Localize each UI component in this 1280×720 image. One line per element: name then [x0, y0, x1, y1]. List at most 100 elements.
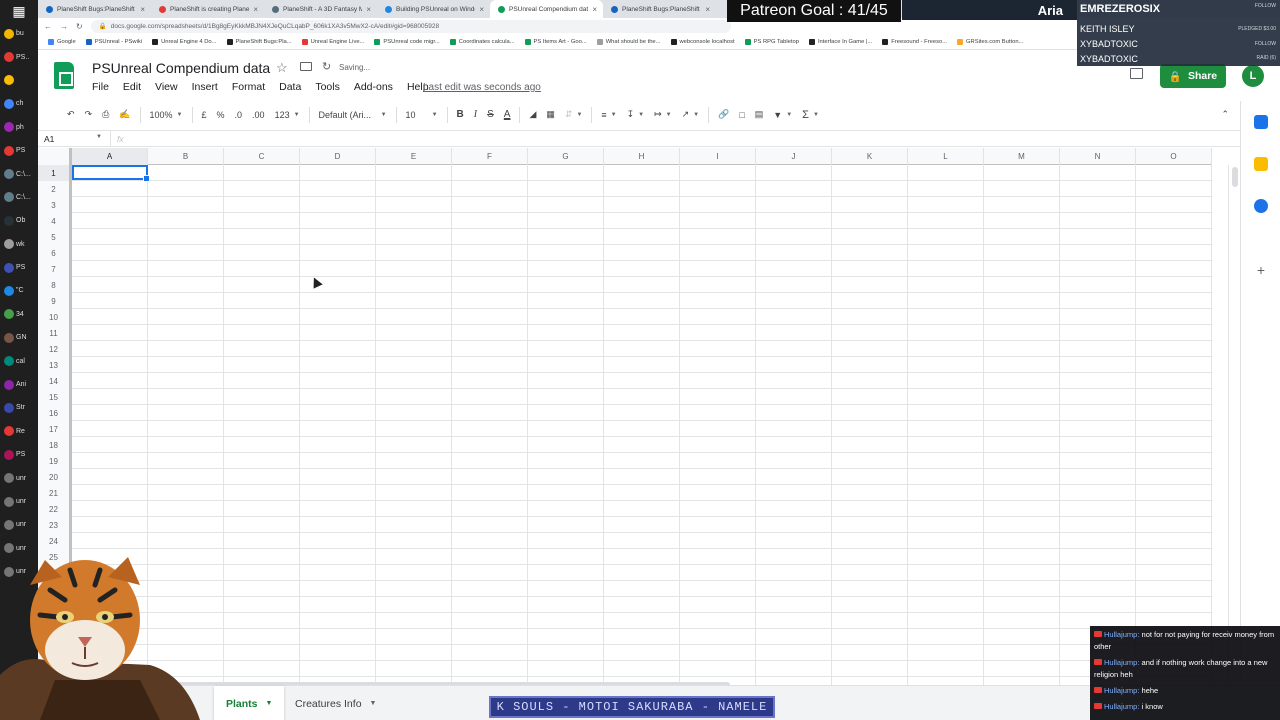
grid-cell[interactable] [984, 645, 1060, 660]
grid-cell[interactable] [224, 261, 300, 276]
grid-cell[interactable] [832, 421, 908, 436]
grid-cell[interactable] [376, 309, 452, 324]
grid-cell[interactable] [224, 565, 300, 580]
grid-cell[interactable] [832, 213, 908, 228]
grid-cell[interactable] [908, 325, 984, 340]
grid-cell[interactable] [376, 245, 452, 260]
collapse-menus-icon[interactable]: ⌃ [1216, 104, 1234, 126]
grid-cell[interactable] [1060, 533, 1136, 548]
grid-cell[interactable] [1136, 293, 1212, 308]
grid-cell[interactable] [984, 373, 1060, 388]
grid-cell[interactable] [528, 437, 604, 452]
grid-cell[interactable] [680, 229, 756, 244]
grid-cell[interactable] [528, 373, 604, 388]
grid-cell[interactable] [908, 661, 984, 676]
grid-cell[interactable] [528, 197, 604, 212]
grid-cell[interactable] [148, 213, 224, 228]
grid-cell[interactable] [1060, 469, 1136, 484]
grid-cell[interactable] [1136, 309, 1212, 324]
grid-cell[interactable] [604, 357, 680, 372]
grid-cell[interactable] [1060, 517, 1136, 532]
grid-cell[interactable] [1136, 437, 1212, 452]
grid-cell[interactable] [528, 261, 604, 276]
bookmark-item[interactable]: PSUnreal code migr... [374, 38, 440, 45]
grid-cell[interactable] [72, 517, 148, 532]
grid-cell[interactable] [908, 597, 984, 612]
grid-cell[interactable] [832, 229, 908, 244]
grid-cell[interactable] [1060, 261, 1136, 276]
grid-cell[interactable] [1136, 341, 1212, 356]
bookmark-item[interactable]: PlaneShift Bugs:Pla... [226, 38, 292, 45]
grid-cell[interactable] [984, 517, 1060, 532]
grid-cell[interactable] [680, 501, 756, 516]
grid-cell[interactable] [300, 405, 376, 420]
grid-cell[interactable] [528, 549, 604, 564]
grid-cell[interactable] [1136, 517, 1212, 532]
grid-cell[interactable] [452, 421, 528, 436]
grid-cell[interactable] [1136, 277, 1212, 292]
grid-cell[interactable] [300, 245, 376, 260]
grid-cell[interactable] [908, 629, 984, 644]
grid-cell[interactable] [300, 389, 376, 404]
grid-cell[interactable] [832, 405, 908, 420]
grid-cell[interactable] [1060, 373, 1136, 388]
grid-cell[interactable] [1136, 549, 1212, 564]
grid-cell[interactable] [832, 661, 908, 676]
grid-cell[interactable] [224, 501, 300, 516]
grid-cell[interactable] [528, 405, 604, 420]
grid-cell[interactable] [452, 389, 528, 404]
grid-cell[interactable] [452, 277, 528, 292]
grid-cell[interactable] [452, 453, 528, 468]
currency-button[interactable]: £ [197, 104, 212, 126]
font-family-select[interactable]: Default (Ari... ▼ [314, 104, 392, 126]
number-format-select[interactable]: 123 ▼ [270, 104, 305, 126]
column-header[interactable]: J [756, 148, 832, 165]
tasks-icon[interactable] [1254, 199, 1268, 213]
grid-cell[interactable] [1060, 597, 1136, 612]
grid-cell[interactable] [148, 437, 224, 452]
grid-cell[interactable] [72, 181, 148, 196]
grid-cell[interactable] [908, 341, 984, 356]
taskbar-item[interactable]: unr [0, 513, 38, 536]
grid-cell[interactable] [832, 677, 908, 685]
grid-cell[interactable] [376, 389, 452, 404]
grid-cell[interactable] [680, 293, 756, 308]
grid-cell[interactable] [756, 309, 832, 324]
taskbar-item[interactable]: cal [0, 349, 38, 372]
grid-cell[interactable] [224, 341, 300, 356]
grid-cell[interactable] [984, 389, 1060, 404]
grid-cell[interactable] [72, 357, 148, 372]
grid-cell[interactable] [756, 485, 832, 500]
grid-cell[interactable] [224, 389, 300, 404]
grid-cell[interactable] [984, 229, 1060, 244]
row-header[interactable]: 22 [38, 501, 72, 517]
grid-cell[interactable] [1136, 389, 1212, 404]
grid-cell[interactable] [300, 197, 376, 212]
grid-cell[interactable] [376, 661, 452, 676]
grid-cell[interactable] [1060, 405, 1136, 420]
grid-cell[interactable] [224, 437, 300, 452]
grid-cell[interactable] [224, 517, 300, 532]
grid-cell[interactable] [300, 581, 376, 596]
taskbar-item[interactable]: unr [0, 490, 38, 513]
taskbar-item[interactable]: PS [0, 443, 38, 466]
grid-cell[interactable] [984, 629, 1060, 644]
taskbar-item[interactable]: Str [0, 396, 38, 419]
grid-cell[interactable] [452, 437, 528, 452]
grid-cell[interactable] [756, 517, 832, 532]
grid-cell[interactable] [984, 181, 1060, 196]
grid-cell[interactable] [908, 613, 984, 628]
grid-cell[interactable] [1136, 421, 1212, 436]
grid-cell[interactable] [148, 277, 224, 292]
grid-cell[interactable] [908, 213, 984, 228]
grid-cell[interactable] [984, 597, 1060, 612]
grid-cell[interactable] [1060, 485, 1136, 500]
grid-cell[interactable] [604, 485, 680, 500]
grid-cell[interactable] [528, 645, 604, 660]
grid-cell[interactable] [604, 613, 680, 628]
close-icon[interactable]: × [479, 5, 484, 14]
grid-cell[interactable] [376, 325, 452, 340]
grid-cell[interactable] [1060, 357, 1136, 372]
grid-cell[interactable] [376, 357, 452, 372]
increase-decimal-button[interactable]: .00 [247, 104, 270, 126]
